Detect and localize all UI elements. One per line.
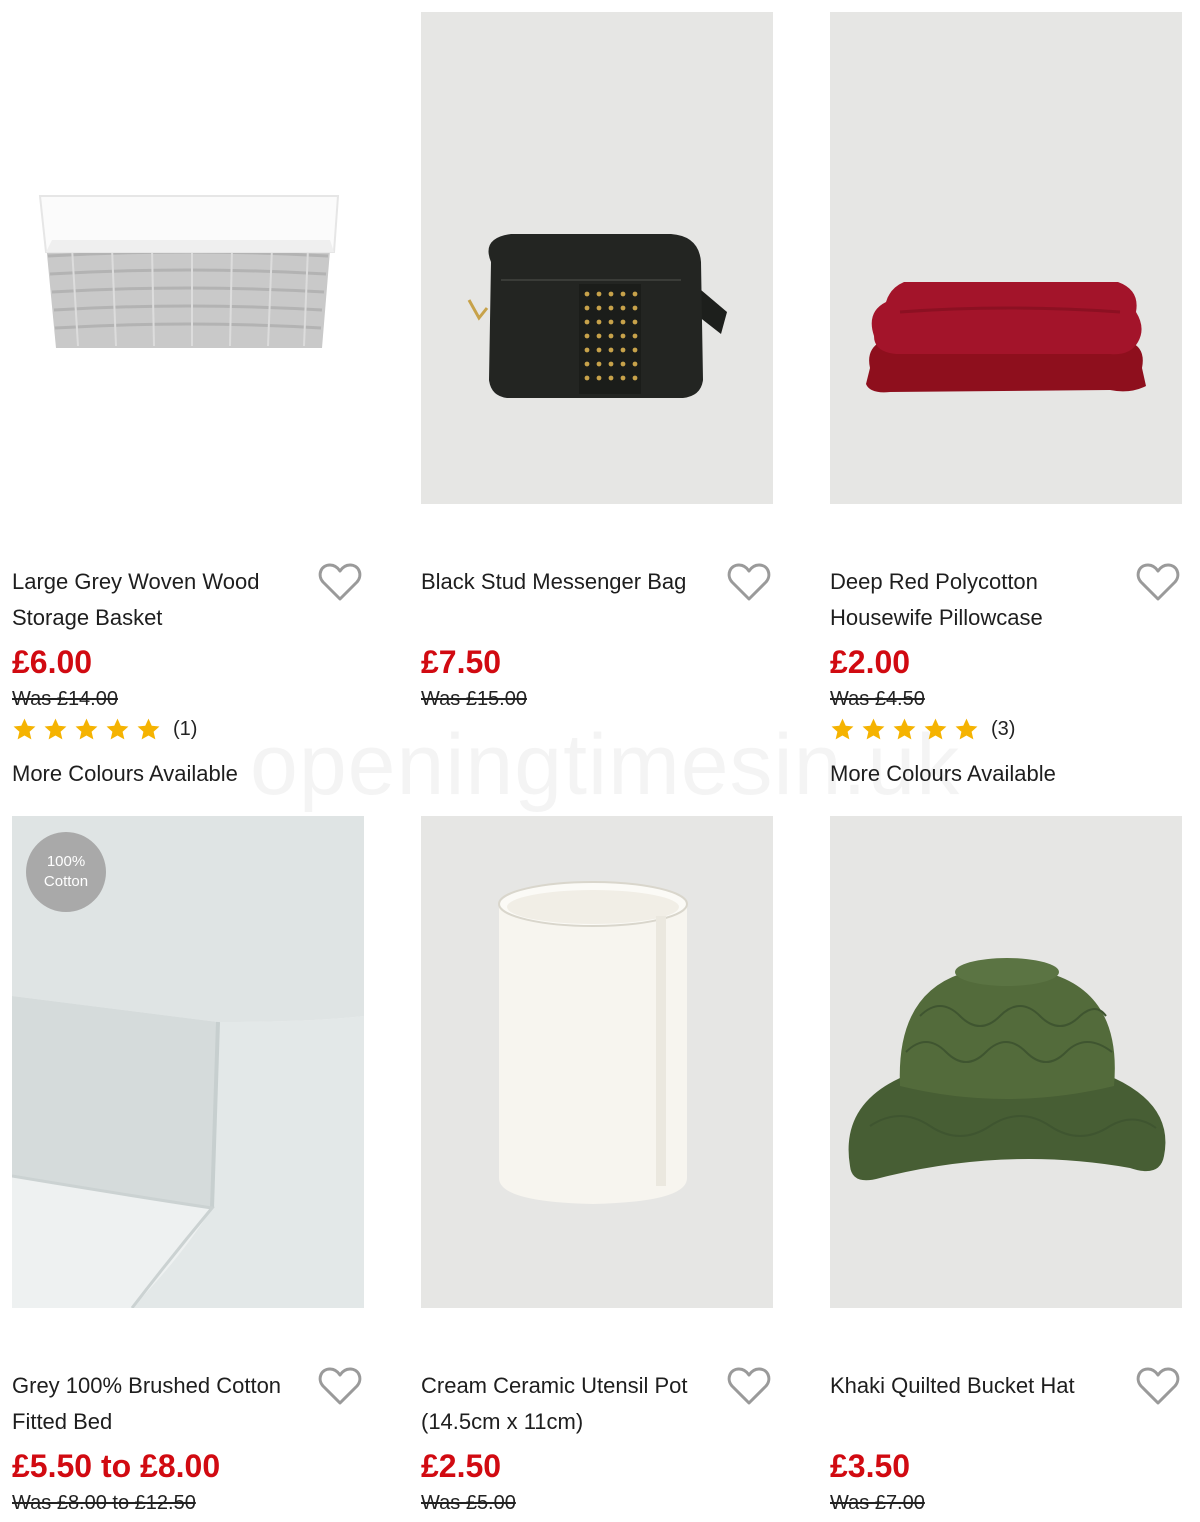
star-icon [44,718,67,739]
was-price: Was £5.00 [421,1492,516,1514]
badge-line: Cotton [43,873,89,890]
product-title[interactable]: Large Grey Woven Wood Storage Basket [12,564,302,636]
product-image[interactable]: 100% Cotton [12,816,364,1308]
product-price: £7.50 [421,644,502,680]
rating[interactable]: (1) [12,715,197,743]
was-price: Was £4.50 [830,688,925,710]
star-icon [862,718,885,739]
product-price: £5.50 to £8.00 [12,1448,221,1484]
was-price: Was £7.00 [830,1492,925,1514]
star-icon [106,718,129,739]
material-badge: 100% Cotton [26,832,106,912]
was-price: Was £8.00 to £12.50 [12,1492,196,1514]
more-colours-label: More Colours Available [12,761,238,786]
star-icon [13,718,36,739]
rating[interactable]: (3) [830,715,1015,743]
product-title[interactable]: Khaki Quilted Bucket Hat [830,1368,1120,1404]
heart-outline-icon[interactable] [1136,1366,1180,1406]
was-price: Was £14.00 [12,688,118,710]
product-image[interactable] [12,12,364,504]
star-icon [924,718,947,739]
product-title[interactable]: Grey 100% Brushed Cotton Fitted Bed [12,1368,302,1440]
star-icon [137,718,160,739]
rating-stars [830,717,979,742]
rating-stars [12,717,161,742]
rating-count: (1) [173,717,198,740]
was-price: Was £15.00 [421,688,527,710]
star-icon [75,718,98,739]
more-colours-label: More Colours Available [830,761,1056,786]
product-image[interactable] [830,12,1182,504]
product-image[interactable] [421,12,773,504]
product-title[interactable]: Black Stud Messenger Bag [421,564,711,600]
product-price: £3.50 [830,1448,911,1484]
heart-outline-icon[interactable] [318,1366,362,1406]
heart-outline-icon[interactable] [1136,562,1180,602]
rating-count: (3) [991,717,1016,740]
product-title[interactable]: Deep Red Polycotton Housewife Pillowcase [830,564,1120,636]
product-price: £2.50 [421,1448,502,1484]
product-image[interactable] [830,816,1182,1308]
product-price: £6.00 [12,644,93,680]
star-icon [831,718,854,739]
product-title[interactable]: Cream Ceramic Utensil Pot (14.5cm x 11cm… [421,1368,711,1440]
badge-line: 100% [46,853,86,870]
star-icon [955,718,978,739]
heart-outline-icon[interactable] [727,1366,771,1406]
product-price: £2.00 [830,644,911,680]
star-icon [893,718,916,739]
heart-outline-icon[interactable] [727,562,771,602]
product-image[interactable] [421,816,773,1308]
heart-outline-icon[interactable] [318,562,362,602]
